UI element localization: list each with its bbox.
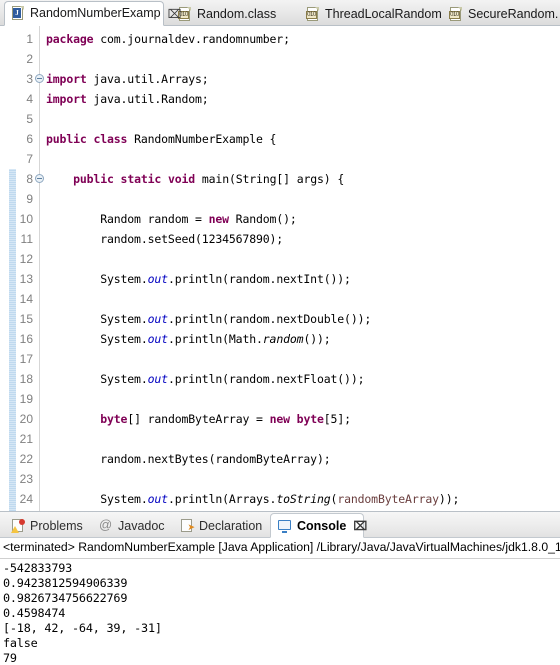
- line-number: 13: [19, 272, 33, 286]
- class-file-icon: 010: [449, 6, 463, 22]
- code-text: System.out.println(Arrays.toString(rando…: [46, 492, 460, 506]
- line-number: 6: [26, 132, 33, 146]
- line-number: 4: [26, 92, 33, 106]
- code-line[interactable]: 11 random.setSeed(1234567890);: [0, 229, 560, 249]
- line-number: 1: [26, 32, 33, 46]
- code-text: System.out.println(random.nextInt());: [46, 272, 351, 286]
- code-text: package com.journaldev.randomnumber;: [46, 32, 290, 46]
- close-icon[interactable]: ⌧: [168, 8, 182, 20]
- code-line[interactable]: 9: [0, 189, 560, 209]
- line-number: 8: [26, 172, 33, 186]
- code-text: public static void main(String[] args) {: [73, 172, 345, 186]
- code-text: public class RandomNumberExample {: [46, 132, 277, 146]
- line-number: 18: [19, 372, 33, 386]
- code-line[interactable]: 22 random.nextBytes(randomByteArray);: [0, 449, 560, 469]
- editor-tab-label: Random.class: [197, 6, 277, 21]
- editor-tab-bar: J RandomNumberExamp ⌧ 010 Random.class 010 Thr…: [0, 0, 560, 26]
- line-number: 11: [20, 232, 33, 246]
- code-line[interactable]: 23: [0, 469, 560, 489]
- line-number: 21: [19, 432, 33, 446]
- view-tab-label: Problems: [30, 518, 83, 533]
- code-text: Random random = new Random();: [46, 212, 297, 226]
- code-line[interactable]: 13 System.out.println(random.nextInt());: [0, 269, 560, 289]
- code-line[interactable]: 21: [0, 429, 560, 449]
- code-line[interactable]: 5: [0, 109, 560, 129]
- code-line[interactable]: 20 byte[] randomByteArray = new byte[5];: [0, 409, 560, 429]
- view-tab-problems[interactable]: Problems: [4, 514, 90, 537]
- code-line[interactable]: 24 System.out.println(Arrays.toString(ra…: [0, 489, 560, 509]
- view-tab-label: Javadoc: [118, 518, 165, 533]
- console-header-separator: [0, 558, 560, 559]
- console-output-panel[interactable]: <terminated> RandomNumberExample [Java A…: [0, 538, 560, 665]
- java-source-file-icon: J: [12, 6, 25, 21]
- code-line[interactable]: 15 System.out.println(random.nextDouble(…: [0, 309, 560, 329]
- line-number: 17: [19, 352, 33, 366]
- close-icon[interactable]: ⌧: [353, 520, 367, 532]
- code-line[interactable]: 14: [0, 289, 560, 309]
- line-number: 22: [19, 452, 33, 466]
- line-number: 14: [19, 292, 33, 306]
- collapse-fold-icon[interactable]: [35, 174, 44, 183]
- code-line[interactable]: 10 Random random = new Random();: [0, 209, 560, 229]
- code-text: random.setSeed(1234567890);: [46, 232, 284, 246]
- code-text: random.nextBytes(randomByteArray);: [46, 452, 331, 466]
- problems-icon: [11, 518, 25, 533]
- editor-tab-random-class[interactable]: 010 Random.class: [172, 2, 297, 26]
- javadoc-at-icon: @: [99, 516, 113, 532]
- view-tab-declaration[interactable]: ➤ Declaration: [173, 514, 269, 537]
- class-file-icon: 010: [306, 6, 320, 22]
- line-number: 16: [19, 332, 33, 346]
- line-number: 12: [19, 252, 33, 266]
- editor-tab-securerandom[interactable]: 010 SecureRandom.: [443, 2, 560, 26]
- editor-tab-label: ThreadLocalRandom: [325, 6, 442, 21]
- editor-tab-label: SecureRandom.: [468, 6, 559, 21]
- collapse-fold-icon[interactable]: [35, 74, 44, 83]
- view-tab-label: Console: [297, 518, 347, 533]
- line-number: 7: [26, 152, 33, 166]
- line-number: 15: [19, 312, 33, 326]
- code-line[interactable]: 3 import java.util.Arrays;: [0, 69, 560, 89]
- line-number: 20: [19, 412, 33, 426]
- line-number: 5: [26, 112, 33, 126]
- code-text: System.out.println(Math.random());: [46, 332, 331, 346]
- line-number: 3: [26, 72, 33, 86]
- editor-tab-threadlocalrandom[interactable]: 010 ThreadLocalRandom: [300, 2, 442, 26]
- code-text: import java.util.Arrays;: [46, 72, 209, 86]
- code-line[interactable]: 8 public static void main(String[] args)…: [0, 169, 560, 189]
- code-line[interactable]: 4 import java.util.Random;: [0, 89, 560, 109]
- line-number: 10: [19, 212, 33, 226]
- bottom-view-panel: Problems @ Javadoc ➤ Declaration Console ⌧ <te…: [0, 511, 560, 665]
- code-line[interactable]: 7: [0, 149, 560, 169]
- code-line[interactable]: 18 System.out.println(random.nextFloat()…: [0, 369, 560, 389]
- console-launch-header: <terminated> RandomNumberExample [Java A…: [3, 540, 560, 554]
- console-icon: [278, 519, 292, 533]
- code-text: byte[] randomByteArray = new byte[5];: [100, 412, 351, 426]
- line-number: 9: [26, 192, 33, 206]
- line-number: 23: [19, 472, 33, 486]
- code-text: System.out.println(random.nextDouble());: [46, 312, 372, 326]
- code-text: import java.util.Random;: [46, 92, 209, 106]
- code-line[interactable]: 6 public class RandomNumberExample {: [0, 129, 560, 149]
- code-line[interactable]: 17: [0, 349, 560, 369]
- code-line[interactable]: 19: [0, 389, 560, 409]
- editor-tab-label: RandomNumberExamp: [30, 6, 161, 21]
- code-editor[interactable]: 1 package com.journaldev.randomnumber; 2 3 i…: [0, 26, 560, 511]
- editor-tab-randomnumberexamp[interactable]: J RandomNumberExamp ⌧: [4, 1, 181, 26]
- view-tab-bar: Problems @ Javadoc ➤ Declaration Console ⌧: [0, 512, 560, 538]
- console-output-line: 79: [3, 651, 17, 665]
- code-line[interactable]: 2: [0, 49, 560, 69]
- line-number: 24: [19, 492, 33, 506]
- view-tab-label: Declaration: [199, 518, 263, 533]
- code-line[interactable]: 12: [0, 249, 560, 269]
- code-text: System.out.println(random.nextFloat());: [46, 372, 365, 386]
- line-number: 19: [19, 392, 33, 406]
- code-line[interactable]: 16 System.out.println(Math.random());: [0, 329, 560, 349]
- line-number: 2: [26, 52, 33, 66]
- code-line[interactable]: 1 package com.journaldev.randomnumber;: [0, 29, 560, 49]
- declaration-icon: ➤: [180, 518, 195, 533]
- view-tab-javadoc[interactable]: @ Javadoc: [92, 514, 172, 537]
- view-tab-console[interactable]: Console ⌧: [270, 513, 367, 538]
